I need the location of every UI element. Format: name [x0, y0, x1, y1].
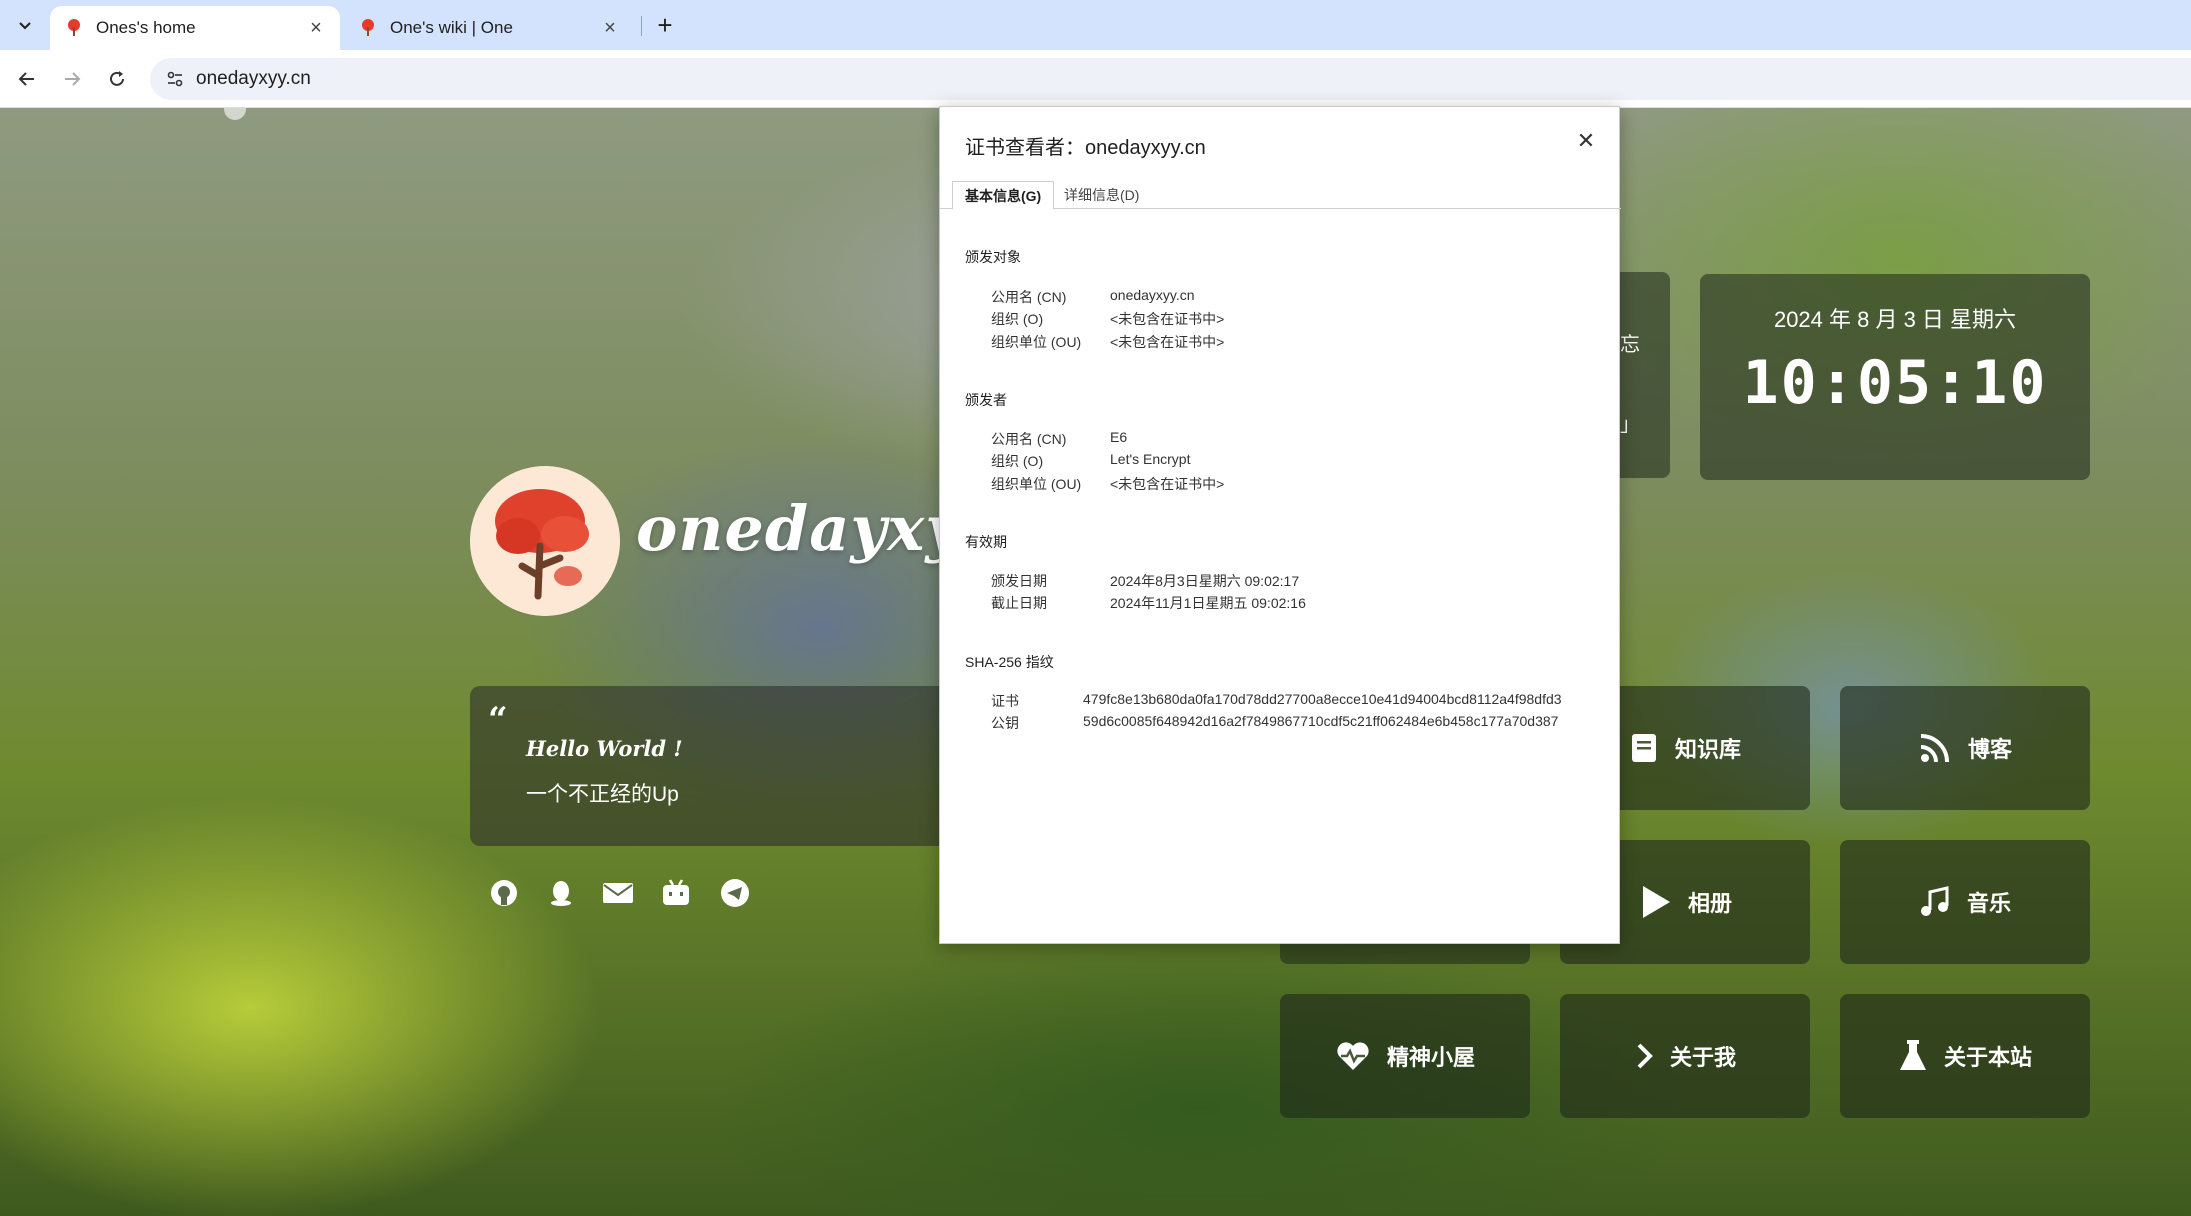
cert-fingerprint-value: 479fc8e13b680da0fa170d78dd27700a8ecce10e…: [1083, 691, 1562, 707]
button-label: 关于我: [1669, 1045, 1736, 1070]
tab-ones-wiki[interactable]: One's wiki | One ×: [344, 6, 634, 50]
clock-time: 10:05:10: [1742, 348, 2048, 418]
button-label: 博客: [1967, 737, 2012, 762]
fingerprint-heading: SHA-256 指纹: [965, 654, 1054, 670]
field-value: E6: [1110, 429, 1128, 445]
blog-button[interactable]: 博客: [1840, 686, 2090, 810]
book-icon: [1631, 734, 1656, 762]
tab-general[interactable]: 基本信息(G): [952, 181, 1055, 210]
tune-icon: [167, 71, 183, 87]
tree-favicon-icon: [68, 19, 80, 36]
certificate-viewer-dialog: 证书查看者：onedayxyy.cn ✕ 基本信息(G) 详细信息(D) 颁发对…: [939, 106, 1621, 944]
button-label: 关于本站: [1943, 1045, 2032, 1070]
button-label: 相册: [1687, 891, 1732, 916]
tree-favicon-icon: [362, 19, 374, 36]
arrow-right-icon: [65, 72, 81, 86]
tree-logo-icon: [470, 466, 620, 616]
tab-title: One's wiki | One: [390, 18, 513, 37]
pubkey-fingerprint-value: 59d6c0085f648942d16a2f7849867710cdf5c21f…: [1083, 713, 1559, 729]
heartbeat-icon: [1337, 1042, 1369, 1070]
qq-link[interactable]: [544, 876, 578, 910]
hitokoto-author: 」: [1620, 414, 1640, 436]
button-label: 知识库: [1674, 737, 1741, 762]
field-label: 组织 (O): [991, 311, 1044, 327]
dialog-tabs: 基本信息(G) 详细信息(D): [940, 177, 1621, 210]
field-value: <未包含在证书中>: [1110, 311, 1225, 327]
tab-search-button[interactable]: [12, 12, 38, 38]
button-label: 精神小屋: [1386, 1045, 1475, 1070]
dialog-title: 证书查看者：onedayxyy.cn: [965, 137, 1206, 159]
close-icon[interactable]: ×: [600, 17, 620, 39]
chevron-down-icon: [19, 22, 31, 30]
qq-icon: [551, 881, 571, 906]
field-label: 公钥: [991, 715, 1019, 731]
new-tab-button[interactable]: +: [650, 10, 680, 40]
flask-icon: [1899, 1040, 1926, 1070]
date-text: 2024 年 8 月 3 日 星期六: [1773, 307, 2017, 332]
address-bar[interactable]: onedayxyy.cn: [150, 58, 2191, 100]
tab-details[interactable]: 详细信息(D): [1052, 181, 1151, 209]
site-info-button[interactable]: [160, 64, 190, 94]
music-button[interactable]: 音乐: [1840, 840, 2090, 964]
field-value: <未包含在证书中>: [1110, 476, 1225, 492]
button-label: 音乐: [1966, 891, 2011, 916]
close-icon[interactable]: ×: [306, 17, 326, 39]
github-icon: [491, 880, 517, 906]
music-icon: [1920, 886, 1949, 916]
spirit-room-button[interactable]: 精神小屋: [1280, 994, 1530, 1118]
field-label: 颁发日期: [991, 573, 1047, 589]
telegram-icon: [721, 879, 749, 907]
quote-hello: Hello World !: [526, 736, 683, 761]
tab-strip: Ones's home × One's wiki | One × +: [0, 0, 2191, 50]
mail-icon: [603, 883, 633, 903]
field-value: 2024年11月1日星期五 09:02:16: [1110, 595, 1306, 611]
github-link[interactable]: [487, 876, 521, 910]
field-value: 2024年8月3日星期六 09:02:17: [1110, 573, 1300, 589]
about-site-button[interactable]: 关于本站: [1840, 994, 2090, 1118]
bilibili-link[interactable]: [659, 876, 693, 910]
url-text[interactable]: onedayxyy.cn: [196, 68, 311, 90]
validity-heading: 有效期: [965, 534, 1007, 550]
telegram-link[interactable]: [718, 876, 752, 910]
avatar: [470, 466, 620, 616]
scroll-indicator: [224, 108, 246, 120]
field-label: 截止日期: [991, 595, 1047, 611]
reload-icon: [110, 71, 124, 86]
about-me-button[interactable]: 关于我: [1560, 994, 1810, 1118]
subject-heading: 颁发对象: [965, 249, 1021, 265]
field-label: 公用名 (CN): [991, 431, 1067, 447]
field-label: 证书: [991, 693, 1019, 709]
hitokoto-text: 忘: [1620, 334, 1640, 356]
field-label: 组织单位 (OU): [991, 334, 1082, 350]
play-icon: [1642, 886, 1670, 918]
arrow-left-icon: [18, 72, 34, 86]
quote-icon: “: [488, 700, 508, 740]
field-value: Let's Encrypt: [1110, 451, 1191, 467]
chevron-right-icon: [1637, 1043, 1653, 1069]
bilibili-icon: [663, 879, 689, 905]
field-label: 组织 (O): [991, 453, 1044, 469]
forward-button[interactable]: [55, 62, 89, 96]
reload-button[interactable]: [100, 62, 134, 96]
back-button[interactable]: [10, 62, 44, 96]
browser-toolbar: onedayxyy.cn: [0, 50, 2191, 108]
field-value: onedayxyy.cn: [1110, 287, 1195, 303]
field-label: 公用名 (CN): [991, 289, 1067, 305]
field-label: 组织单位 (OU): [991, 476, 1082, 492]
datetime-card: 2024 年 8 月 3 日 星期六 10:05:10: [1700, 274, 2090, 480]
close-icon[interactable]: ✕: [1574, 128, 1598, 153]
tab-ones-home[interactable]: Ones's home ×: [50, 6, 340, 50]
email-link[interactable]: [601, 876, 635, 910]
quote-subtitle: 一个不正经的Up: [526, 783, 679, 806]
rss-icon: [1920, 734, 1949, 763]
tab-title: Ones's home: [96, 18, 196, 37]
field-value: <未包含在证书中>: [1110, 334, 1225, 350]
tab-separator: [641, 16, 642, 36]
issuer-heading: 颁发者: [965, 392, 1007, 408]
